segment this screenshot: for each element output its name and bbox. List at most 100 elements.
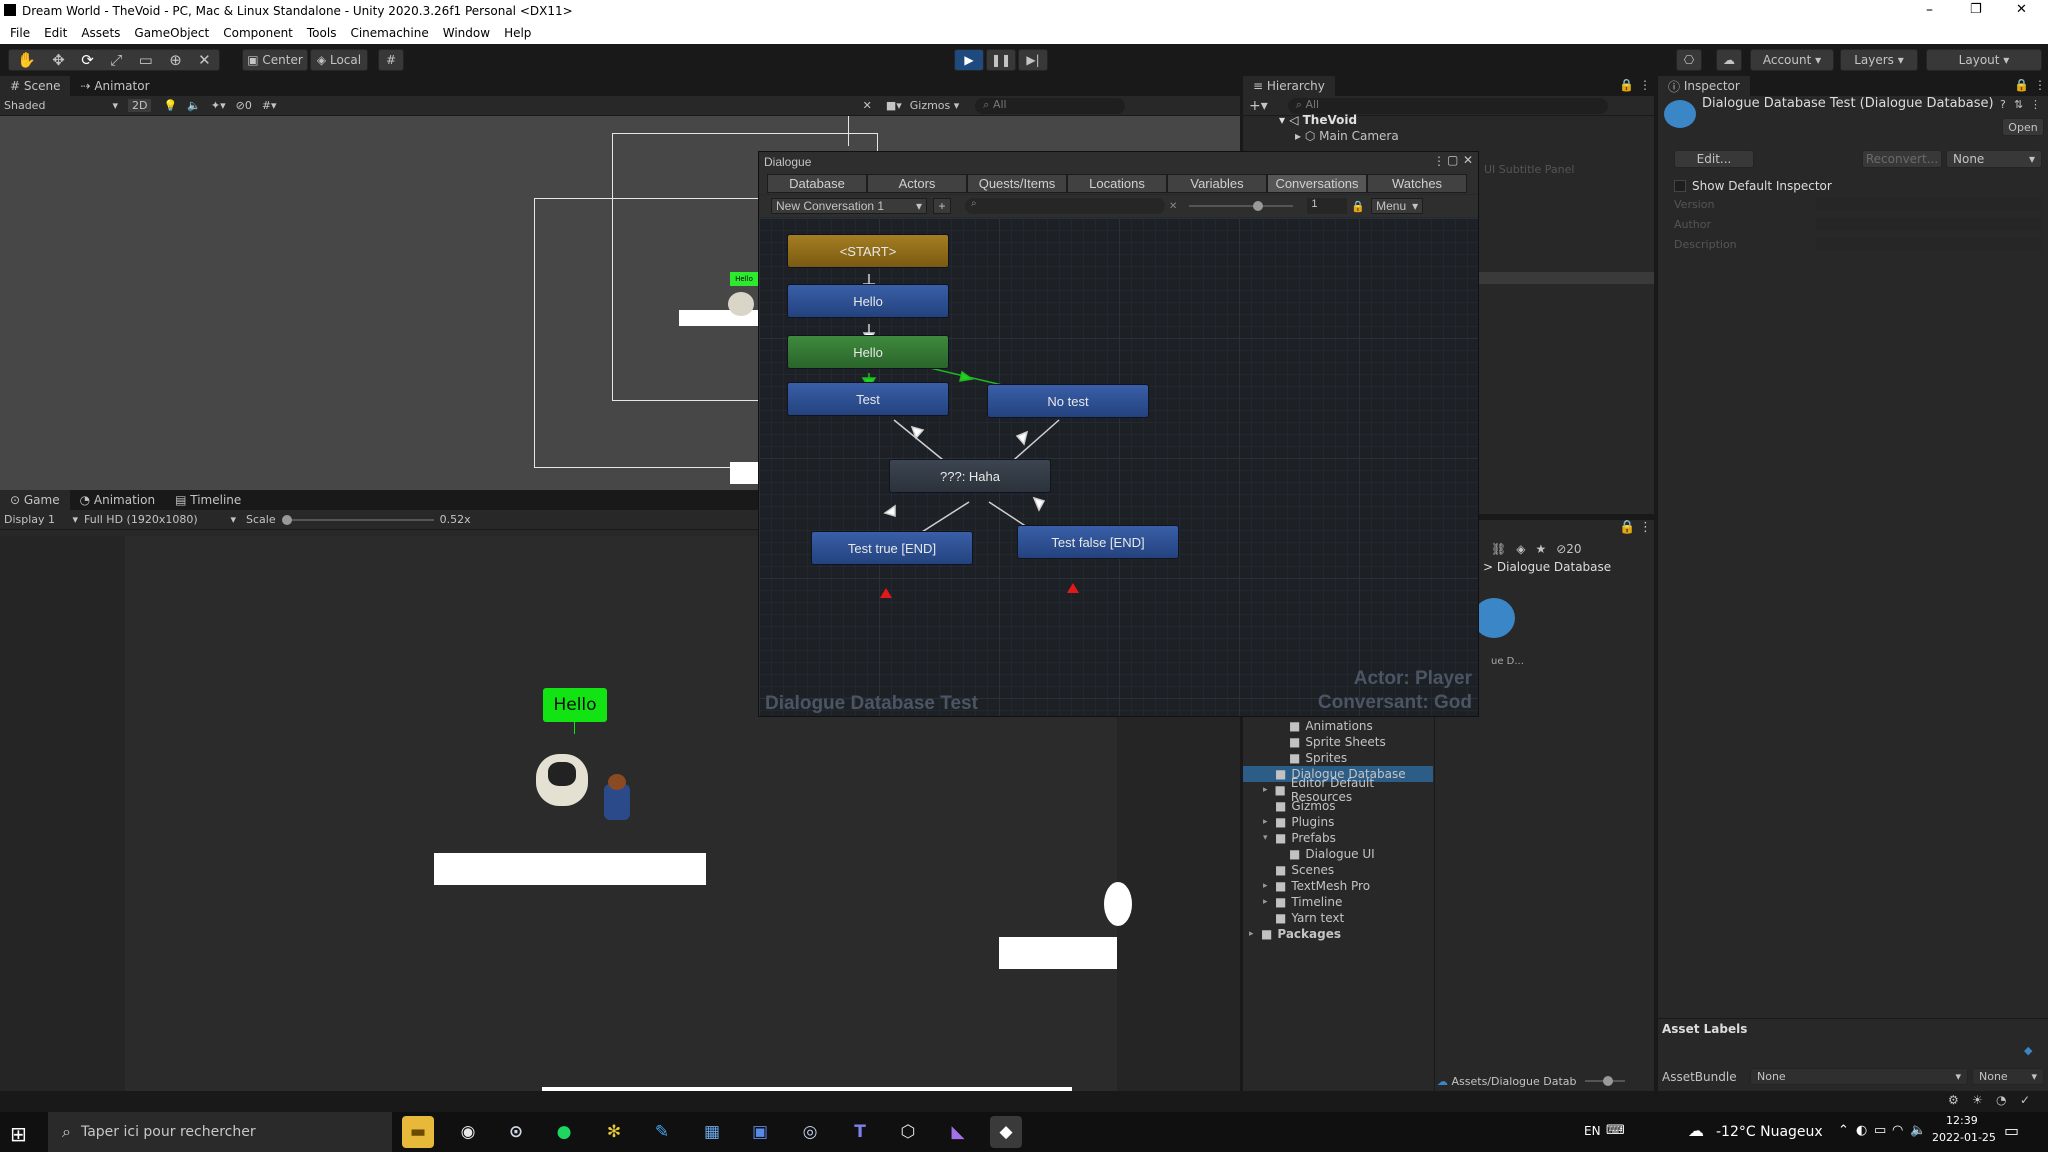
custom-tool-icon[interactable]: ✕ [198, 51, 211, 69]
light-icon[interactable]: 💡 [163, 99, 177, 112]
display-dropdown[interactable]: Display 1 ▾ [0, 513, 78, 526]
more-icon[interactable]: ⋮ [1433, 154, 1445, 168]
2d-toggle[interactable]: 2D [128, 99, 152, 112]
variant-dropdown[interactable]: None ▾ [1972, 1068, 2044, 1085]
preset-icon[interactable]: ⇅ [2014, 98, 2023, 111]
expand-icon[interactable]: ▸ [1263, 881, 1275, 891]
tab-locations[interactable]: Locations [1067, 174, 1167, 193]
menu-help[interactable]: Help [504, 26, 531, 40]
project-tree-item[interactable]: ■ Animations [1243, 718, 1433, 734]
visibility-icon[interactable]: ⊘ [1556, 542, 1566, 556]
layers-dropdown[interactable]: Layers ▾ [1840, 49, 1918, 71]
node-start[interactable]: <START> [787, 234, 949, 268]
project-tree-item[interactable]: ■ Scenes [1243, 862, 1433, 878]
tab-database[interactable]: Database [767, 174, 867, 193]
weather-icon[interactable]: ☁ [1688, 1121, 1704, 1140]
more-icon[interactable]: ⋮ [2034, 78, 2046, 92]
rotate-tool-icon[interactable]: ⟳ [81, 51, 94, 69]
icon-size-slider[interactable] [1584, 1076, 1625, 1086]
build-icon[interactable]: ◔ [1996, 1093, 2006, 1107]
node-search-input[interactable]: ⌕ [965, 198, 1165, 214]
project-tree-item[interactable]: ■ Sprite Sheets [1243, 734, 1433, 750]
add-conversation-button[interactable]: + [933, 198, 951, 214]
project-tree-item[interactable]: ■ Sprites [1243, 750, 1433, 766]
menu-window[interactable]: Window [443, 26, 490, 40]
visibility-icon[interactable]: ⊘ [236, 99, 245, 112]
rect-tool-icon[interactable]: ▭ [139, 51, 153, 69]
tab-actors[interactable]: Actors [867, 174, 967, 193]
maximize-button[interactable]: ❐ [1970, 2, 1982, 17]
clock-date[interactable]: 2022-01-25 [1932, 1131, 1996, 1144]
node-test[interactable]: Test [787, 382, 949, 416]
help-icon[interactable]: ? [2000, 98, 2006, 111]
account-dropdown[interactable]: Account ▾ [1750, 49, 1834, 71]
project-tree-item[interactable]: ▸ ■ Timeline [1243, 894, 1433, 910]
expand-icon[interactable]: ▸ [1263, 785, 1275, 795]
collab-button[interactable]: ⎔ [1676, 49, 1702, 71]
taskbar-search-box[interactable]: ⌕ Taper ici pour rechercher [48, 1112, 392, 1152]
gizmo-icon[interactable]: ⚙ [1948, 1093, 1959, 1107]
node-no-test[interactable]: No test [987, 384, 1149, 418]
dialogue-database-asset-icon[interactable] [1473, 598, 1515, 638]
assetbundle-dropdown[interactable]: None ▾ [1750, 1068, 1968, 1085]
windows-start-icon[interactable]: ⊞ [10, 1122, 27, 1146]
pivot-local-button[interactable]: ◈ Local [310, 49, 368, 71]
node-dialogue[interactable]: Hello [787, 284, 949, 318]
tab-hierarchy[interactable]: ≡ Hierarchy [1243, 76, 1335, 96]
calculator-icon[interactable]: ▦ [696, 1116, 728, 1148]
pivot-center-button[interactable]: ▣ Center [242, 49, 308, 71]
tab-watches[interactable]: Watches [1367, 174, 1467, 193]
keyboard-icon[interactable]: ⌨ [1606, 1123, 1625, 1138]
hierarchy-item[interactable]: ▸ ⬡ Main Camera [1295, 128, 1645, 144]
chrome-icon[interactable]: ◉ [452, 1116, 484, 1148]
tab-animator[interactable]: ⇢ Animator [70, 76, 159, 96]
filter-icon[interactable]: ⛓ [1491, 542, 1506, 556]
unity-hub-icon[interactable]: ⬡ [892, 1116, 924, 1148]
slider-thumb[interactable] [281, 514, 292, 525]
cloud-button[interactable]: ☁ [1716, 49, 1742, 71]
check-icon[interactable]: ✓ [2020, 1093, 2030, 1107]
clear-search-icon[interactable]: ✕ [1169, 201, 1177, 212]
version-field[interactable] [1816, 197, 2042, 211]
menu-gameobject[interactable]: GameObject [134, 26, 209, 40]
notifications-icon[interactable]: ▭ [2004, 1121, 2019, 1140]
node-test-true-end[interactable]: Test true [END] [811, 531, 973, 565]
tray-chevron-icon[interactable]: ⌃ [1838, 1123, 1849, 1138]
pause-button[interactable]: ❚❚ [986, 49, 1016, 71]
checkbox[interactable] [1674, 180, 1686, 192]
slider-thumb[interactable] [1602, 1076, 1613, 1086]
scene-search-input[interactable]: ⌕ All [975, 97, 1126, 114]
menu-edit[interactable]: Edit [44, 26, 67, 40]
step-button[interactable]: ▶| [1018, 49, 1048, 71]
tab-timeline[interactable]: ▤ Timeline [165, 490, 251, 510]
grid-icon[interactable]: #▾ [262, 99, 277, 112]
project-tree-item[interactable]: ▾ ■ Prefabs [1243, 830, 1433, 846]
zoom-value-field[interactable]: 1 [1307, 198, 1348, 214]
clock-time[interactable]: 12:39 [1946, 1114, 1978, 1127]
file-explorer-icon[interactable]: ▬ [402, 1116, 434, 1148]
node-dialogue-selected[interactable]: Hello [787, 335, 949, 369]
lock-icon[interactable]: 🔒 [1619, 78, 1634, 92]
wifi-icon[interactable]: ◠ [1892, 1123, 1903, 1138]
description-field[interactable] [1816, 237, 2042, 251]
app-icon[interactable]: ▣ [744, 1116, 776, 1148]
author-field[interactable] [1816, 217, 2042, 231]
edit-button[interactable]: Edit... [1674, 150, 1754, 168]
project-tree-item[interactable]: ▸ ■ TextMesh Pro [1243, 878, 1433, 894]
scale-tool-icon[interactable]: ⤢ [110, 51, 122, 69]
tray-icon[interactable]: ◐ [1856, 1123, 1867, 1138]
hand-tool-icon[interactable]: ✋ [17, 51, 36, 69]
node-graph-canvas[interactable]: <START> Hello Hello Test No test ???: Ha… [759, 218, 1478, 716]
add-icon[interactable]: +▾ [1249, 98, 1268, 114]
audio-icon[interactable]: 🔈 [187, 99, 201, 112]
show-default-toggle[interactable]: Show Default Inspector [1674, 178, 1832, 194]
volume-icon[interactable]: 🔈 [1910, 1123, 1926, 1138]
editor-icon[interactable]: ✎ [646, 1116, 678, 1148]
close-icon[interactable]: ✕ [1463, 153, 1473, 167]
node-haha[interactable]: ???: Haha [889, 459, 1051, 493]
tab-inspector[interactable]: ⓘ Inspector [1658, 76, 1750, 96]
menu-file[interactable]: File [10, 26, 30, 40]
zoom-slider[interactable] [1189, 201, 1294, 211]
more-icon[interactable]: ⋮ [1639, 78, 1651, 92]
menu-tools[interactable]: Tools [307, 26, 337, 40]
